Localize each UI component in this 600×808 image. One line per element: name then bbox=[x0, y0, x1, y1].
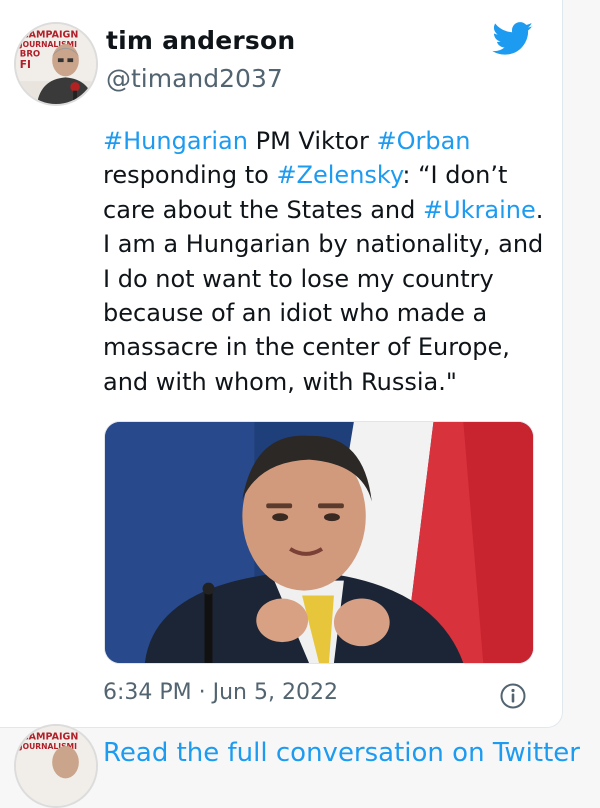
tweet-text-segment: PM Viktor bbox=[247, 127, 377, 155]
info-icon[interactable] bbox=[499, 682, 527, 710]
author-avatar-image: CAMPAIGN JOURNALISMI BRO FI bbox=[16, 24, 96, 104]
hashtag-orban[interactable]: #Orban bbox=[376, 127, 470, 155]
avatar-badge-line-1: CAMPAIGN bbox=[22, 29, 79, 40]
read-full-conversation-link[interactable]: Read the full conversation on Twitter bbox=[103, 738, 580, 768]
author-name[interactable]: tim anderson bbox=[106, 26, 295, 55]
reply-avatar-badge-line-1: CAMPAIGN bbox=[22, 731, 79, 742]
reply-avatar-image: CAMPAIGN JOURNALISMI bbox=[16, 726, 96, 806]
tweet-text-segment: responding to bbox=[103, 161, 277, 190]
twitter-bird-icon[interactable] bbox=[492, 22, 534, 56]
reply-avatar[interactable]: CAMPAIGN JOURNALISMI bbox=[14, 724, 98, 808]
tweet-text: #Hungarian PM Viktor #Orban responding t… bbox=[103, 124, 553, 399]
hashtag-ukraine[interactable]: #Ukraine bbox=[423, 196, 536, 224]
tweet-photo-image bbox=[105, 422, 533, 663]
tweet-timestamp[interactable]: 6:34 PM · Jun 5, 2022 bbox=[103, 680, 338, 705]
tweet-text-segment: . I am a Hungarian by nationality, and I… bbox=[103, 195, 544, 396]
hashtag-zelensky[interactable]: #Zelensky bbox=[276, 161, 402, 189]
avatar-badge-line-4: FI bbox=[20, 59, 31, 71]
hashtag-hungarian[interactable]: #Hungarian bbox=[103, 127, 248, 155]
tweet-photo[interactable] bbox=[104, 421, 534, 664]
tweet-card: CAMPAIGN JOURNALISMI BRO FI tim anderson… bbox=[0, 0, 563, 728]
author-handle[interactable]: @timand2037 bbox=[106, 64, 283, 93]
author-avatar[interactable]: CAMPAIGN JOURNALISMI BRO FI bbox=[14, 22, 98, 106]
